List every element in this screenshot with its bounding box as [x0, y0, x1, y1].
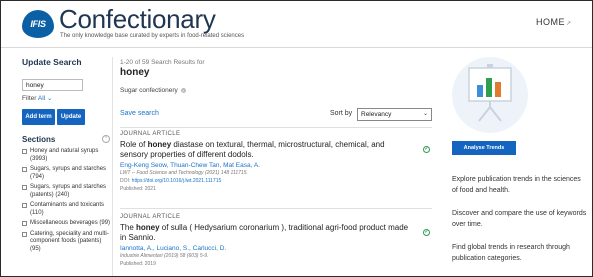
doi-label: DOI: [120, 178, 131, 184]
title-highlight[interactable]: honey [136, 223, 160, 232]
title-text[interactable]: of sulla ( Hedysarium coronarium ), trad… [120, 223, 408, 242]
sort-value: Relevancy [361, 111, 392, 118]
result-item: JOURNAL ARTICLE Role of honey diastase o… [120, 131, 432, 192]
article-journal: Industrie Alimentari (2019) 58 (603) 5-9… [120, 253, 209, 259]
result-item: JOURNAL ARTICLE The honey of sulla ( Hed… [120, 214, 432, 267]
filter-chip[interactable]: Sugar confectionery × [120, 87, 186, 94]
article-authors[interactable]: Eng-Keng Seow, Thuan-Chew Tan, Mat Easa,… [120, 162, 432, 169]
article-type: JOURNAL ARTICLE [120, 214, 181, 220]
site-header: IFIS Confectionary The only knowledge ba… [1, 1, 592, 48]
sort-label: Sort by [330, 110, 353, 117]
section-item[interactable]: Sugars, syrups and starches (patents) (2… [22, 184, 112, 199]
section-item[interactable]: Sugars, syrups and starches (794) [22, 166, 112, 181]
title-text[interactable]: The [120, 223, 136, 232]
search-sidebar: Update Search Filter All ⌄ Add term Upda… [22, 57, 110, 252]
checkbox[interactable] [22, 167, 27, 172]
chevron-down-icon: ⌄ [45, 95, 53, 102]
checkbox[interactable] [22, 203, 27, 208]
add-term-button[interactable]: Add term [22, 109, 55, 125]
ifis-logo[interactable]: IFIS [22, 10, 54, 38]
update-button[interactable]: Update [57, 109, 85, 125]
brand-title: Confectionary [59, 4, 216, 34]
close-icon[interactable]: × [180, 87, 186, 93]
update-search-title: Update Search [22, 57, 82, 67]
section-item[interactable]: Honey and natural syrups (3993) [22, 148, 112, 163]
doi-link[interactable]: https://doi.org/10.1016/j.lwt.2021.11171… [132, 178, 222, 184]
section-label: Honey and natural syrups (3993) [30, 148, 99, 162]
collapse-icon[interactable]: ⌃ [102, 135, 110, 143]
search-query: honey [120, 67, 150, 78]
filter-row[interactable]: Filter All ⌄ [22, 94, 52, 102]
filter-label: Filter [22, 95, 37, 102]
section-label: Contaminants and toxicants (110) [30, 202, 105, 216]
sidebar-divider [112, 57, 113, 276]
page-frame: IFIS Confectionary The only knowledge ba… [0, 0, 593, 277]
article-journal: LWT -- Food Science and Technology (2021… [120, 170, 248, 176]
section-label: Sugars, syrups and starches (794) [30, 166, 107, 180]
sections-title: Sections [22, 135, 56, 144]
trends-text-2: Discover and compare the use of keywords… [452, 210, 587, 228]
check-circle-icon: ✓ [423, 146, 430, 153]
article-doi: DOI: https://doi.org/10.1016/j.lwt.2021.… [120, 178, 432, 184]
analyse-trends-button[interactable]: Analyse Trends [452, 141, 516, 155]
save-search-link[interactable]: Save search [120, 110, 159, 117]
checkbox[interactable] [22, 231, 27, 237]
search-input[interactable] [22, 79, 83, 91]
sections-list: Honey and natural syrups (3993) Sugars, … [22, 148, 112, 256]
filter-chip-label: Sugar confectionery [120, 87, 178, 94]
external-link-icon: ↗ [566, 21, 572, 27]
divider [120, 127, 432, 128]
article-published: Published: 2021 [120, 186, 156, 192]
section-item[interactable]: Contaminants and toxicants (110) [22, 202, 112, 217]
section-item[interactable]: Catering, speciality and multi-component… [22, 231, 112, 254]
section-label: Catering, speciality and multi-component… [30, 230, 109, 252]
home-link[interactable]: HOME↗ [536, 17, 572, 27]
section-label: Miscellaneous beverages (99) [30, 220, 111, 226]
check-circle-icon: ✓ [423, 229, 430, 236]
article-title[interactable]: The honey of sulla ( Hedysarium coronari… [120, 223, 410, 242]
section-label: Sugars, syrups and starches (patents) (2… [30, 184, 107, 198]
article-published: Published: 2019 [120, 261, 156, 267]
home-link-label[interactable]: HOME [536, 17, 565, 27]
article-authors[interactable]: Iannotta, A., Luciano, S., Carlucci, D. [120, 245, 432, 252]
sort-select[interactable]: Relevancy ⌄ [357, 108, 432, 121]
title-text[interactable]: Role of [120, 140, 148, 149]
checkbox[interactable] [22, 149, 27, 154]
article-title[interactable]: Role of honey diastase on textural, ther… [120, 140, 410, 159]
section-item[interactable]: Miscellaneous beverages (99) [22, 220, 112, 228]
trends-illustration [452, 57, 528, 133]
chevron-down-icon: ⌄ [422, 111, 428, 117]
trends-text-3: Find global trends in research through p… [452, 244, 570, 262]
result-count: 1-20 of 59 Search Results for [120, 59, 205, 66]
filter-all-dropdown[interactable]: All ⌄ [38, 95, 53, 102]
article-type: JOURNAL ARTICLE [120, 131, 181, 137]
trends-text-1: Explore publication trends in the scienc… [452, 176, 581, 194]
brand-tagline: The only knowledge base curated by exper… [60, 33, 245, 39]
checkbox[interactable] [22, 185, 27, 190]
chart-presentation-icon [468, 64, 512, 122]
title-highlight[interactable]: honey [148, 140, 172, 149]
divider [120, 208, 432, 209]
checkbox[interactable] [22, 221, 27, 226]
